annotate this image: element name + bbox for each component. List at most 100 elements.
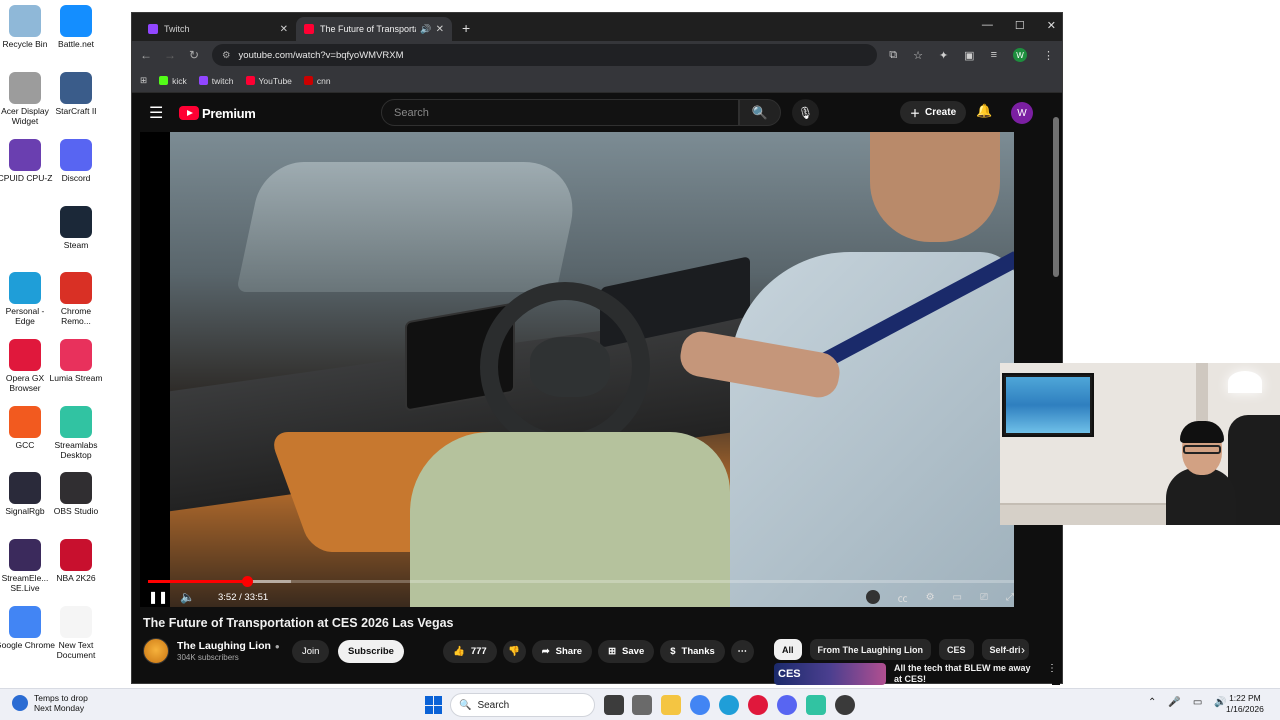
search-input[interactable]: Search: [381, 99, 739, 126]
channel-avatar[interactable]: [143, 638, 169, 664]
join-button[interactable]: Join: [292, 640, 330, 663]
voice-search-button[interactable]: 🎙: [792, 99, 819, 126]
desktop-icon[interactable]: Opera GX Browser: [0, 339, 50, 393]
recommended-title[interactable]: All the tech that BLEW me away at CES!: [894, 663, 1039, 685]
edge-taskbar-icon[interactable]: [719, 695, 739, 715]
side-panel-icon[interactable]: ▣: [964, 49, 974, 62]
bookmark-star-icon[interactable]: ☆: [913, 49, 923, 62]
close-tab-icon[interactable]: ✕: [280, 24, 288, 35]
bookmark-kick[interactable]: kick: [159, 76, 187, 86]
cast-icon[interactable]: ⎚: [980, 592, 988, 603]
taskbar-search[interactable]: 🔍 Search: [450, 693, 595, 717]
chrome-taskbar-icon[interactable]: [690, 695, 710, 715]
desktop-icon[interactable]: Discord: [51, 139, 101, 183]
subscribe-button[interactable]: Subscribe: [338, 640, 404, 663]
chevron-right-icon[interactable]: ›: [1021, 643, 1025, 657]
app-taskbar-icon[interactable]: [835, 695, 855, 715]
extensions-icon[interactable]: ✦: [939, 49, 948, 62]
desktop-icon[interactable]: Lumia Stream: [50, 339, 102, 383]
maximize-icon[interactable]: ☐: [1015, 19, 1025, 32]
widgets-icon[interactable]: [632, 695, 652, 715]
progress-bar[interactable]: [148, 576, 1014, 587]
desktop-icon[interactable]: GCC: [0, 406, 50, 450]
clock[interactable]: 1:22 PM 1/16/2026: [1226, 693, 1264, 715]
hamburger-menu-icon[interactable]: ☰: [149, 103, 165, 123]
scrubber-handle[interactable]: [241, 576, 253, 587]
back-icon[interactable]: ←: [140, 48, 152, 62]
desktop-icon[interactable]: OBS Studio: [51, 472, 101, 516]
discord-taskbar-icon[interactable]: [777, 695, 797, 715]
microphone-tray-icon[interactable]: 🎤: [1168, 697, 1180, 708]
recommended-video[interactable]: CES All the tech that BLEW me away at CE…: [774, 663, 1057, 685]
like-button[interactable]: 👍 777: [443, 640, 497, 663]
desktop-icon[interactable]: Streamlabs Desktop: [51, 406, 101, 460]
desktop-icon[interactable]: NBA 2K26: [51, 539, 101, 583]
desktop-icon[interactable]: New Text Document: [51, 606, 101, 660]
channel-name[interactable]: The Laughing Lion ●: [177, 640, 280, 652]
streamlabs-taskbar-icon[interactable]: [806, 695, 826, 715]
recommended-more-icon[interactable]: ⋮: [1047, 663, 1057, 685]
create-button[interactable]: ＋ Create: [900, 101, 967, 124]
tab-youtube[interactable]: The Future of Transportation at CES 2026…: [296, 17, 452, 41]
volume-tray-icon[interactable]: 🔊: [1214, 697, 1226, 708]
task-view-icon[interactable]: [604, 695, 624, 715]
notifications-bell-icon[interactable]: 🔔: [976, 103, 992, 119]
desktop-icon[interactable]: Google Chrome: [0, 606, 55, 650]
bookmark-youtube[interactable]: YouTube: [245, 76, 292, 86]
miniplayer-icon[interactable]: ▭: [953, 592, 962, 603]
close-window-icon[interactable]: ✕: [1047, 19, 1056, 32]
desktop-icon[interactable]: Battle.net: [51, 5, 101, 49]
share-button[interactable]: ➦ Share: [531, 640, 593, 663]
profile-avatar[interactable]: W: [1013, 48, 1027, 62]
tab-twitch[interactable]: Twitch ✕: [140, 17, 296, 41]
chip-ces[interactable]: CES: [939, 639, 974, 660]
recommended-thumbnail[interactable]: CES: [774, 663, 886, 685]
youtube-logo[interactable]: Premium: [179, 106, 256, 121]
desktop-icon[interactable]: StarCraft II: [51, 72, 101, 116]
autoplay-toggle[interactable]: [865, 590, 880, 604]
fullscreen-icon[interactable]: ⤢: [1006, 592, 1014, 603]
desktop-icon[interactable]: SignalRgb: [0, 472, 50, 516]
search-button[interactable]: 🔍: [739, 99, 781, 126]
settings-gear-icon[interactable]: ⚙: [926, 592, 935, 603]
desktop-icon[interactable]: Acer Display Widget: [0, 72, 50, 126]
desktop-icon[interactable]: Recycle Bin: [0, 5, 50, 49]
pause-icon[interactable]: ❚❚: [148, 590, 168, 604]
desktop-icon[interactable]: StreamEle... SE.Live: [0, 539, 50, 593]
dislike-button[interactable]: 👎: [502, 640, 526, 663]
media-control-icon[interactable]: ≡: [991, 49, 997, 61]
bookmark-twitch[interactable]: twitch: [198, 76, 234, 86]
account-avatar[interactable]: W: [1011, 102, 1033, 124]
speaker-icon[interactable]: 🔊: [420, 24, 431, 35]
desktop-icon[interactable]: CPUID CPU-Z: [0, 139, 52, 183]
menu-kebab-icon[interactable]: ⋮: [1043, 49, 1054, 62]
weather-widget[interactable]: Temps to drop Next Monday: [12, 693, 88, 713]
chevron-up-icon[interactable]: ⌃: [1148, 697, 1156, 708]
more-actions-button[interactable]: ⋯: [730, 640, 754, 663]
apps-grid-icon[interactable]: ⊞: [140, 75, 147, 86]
site-info-icon[interactable]: ⚙: [222, 50, 231, 61]
captions-icon[interactable]: ㏄: [898, 590, 908, 605]
desktop-icon[interactable]: Chrome Remo...: [51, 272, 101, 326]
reload-icon[interactable]: ↻: [188, 48, 200, 62]
install-app-icon[interactable]: ⧉: [889, 49, 897, 62]
desktop-icon[interactable]: Steam: [51, 206, 101, 250]
minimize-icon[interactable]: —: [982, 19, 993, 32]
url-field[interactable]: ⚙ youtube.com/watch?v=bqfyoWMVRXM: [212, 44, 878, 66]
video-player[interactable]: ❚❚ 🔈 3:52 / 33:51 ㏄ ⚙ ▭ ⎚ ⤢: [140, 132, 1014, 607]
chip-from-channel[interactable]: From The Laughing Lion: [809, 639, 932, 660]
opera-gx-taskbar-icon[interactable]: [748, 695, 768, 715]
scrollbar-thumb[interactable]: [1053, 117, 1059, 277]
network-icon[interactable]: ▭: [1193, 697, 1202, 708]
new-tab-icon[interactable]: +: [462, 20, 470, 36]
chip-all[interactable]: All: [774, 639, 802, 660]
bookmark-cnn[interactable]: cnn: [303, 76, 331, 86]
forward-icon[interactable]: →: [164, 48, 176, 62]
file-explorer-icon[interactable]: [661, 695, 681, 715]
start-button[interactable]: [425, 696, 443, 714]
volume-icon[interactable]: 🔈: [180, 590, 195, 604]
desktop-icon[interactable]: Personal - Edge: [0, 272, 50, 326]
thanks-button[interactable]: $ Thanks: [660, 640, 725, 663]
save-button[interactable]: ⊞ Save: [598, 640, 655, 663]
close-tab-icon[interactable]: ✕: [436, 24, 444, 35]
